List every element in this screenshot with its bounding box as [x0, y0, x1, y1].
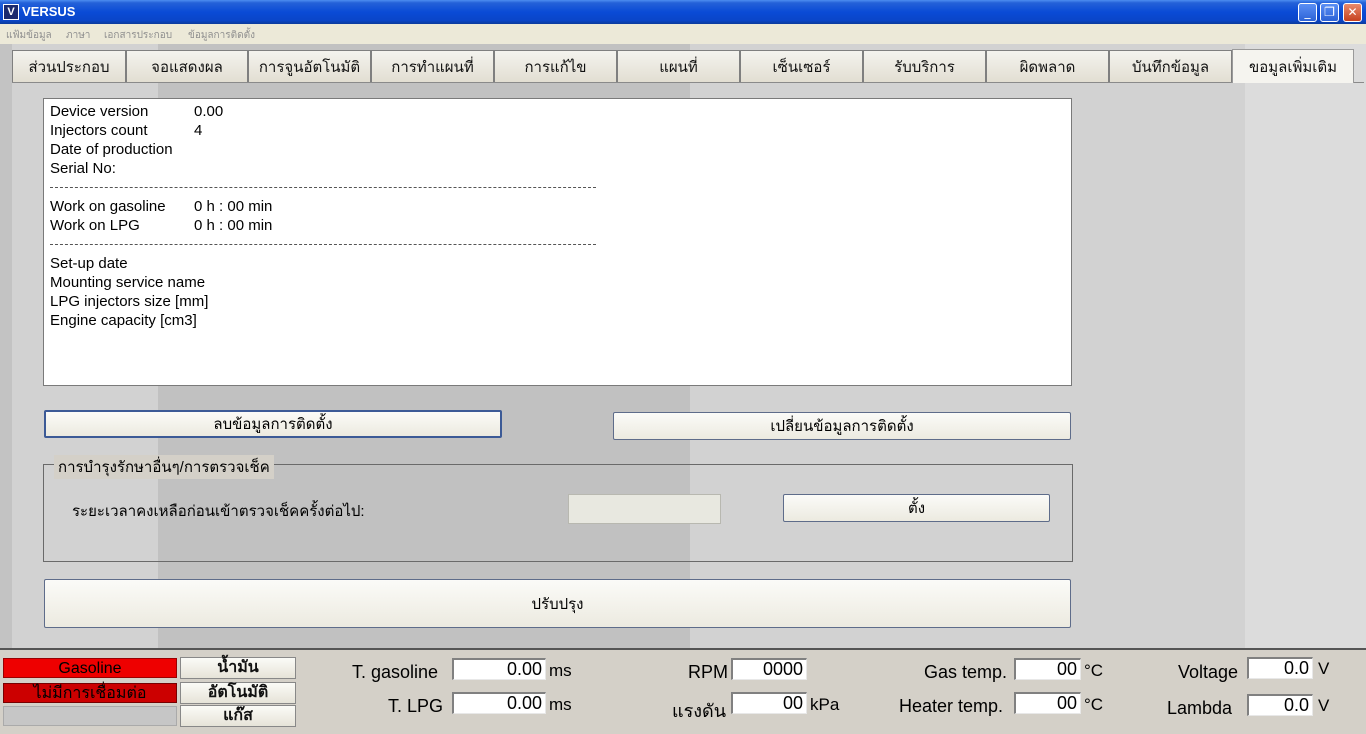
- tab-components[interactable]: ส่วนประกอบ: [12, 50, 126, 82]
- pressure-value: 00: [731, 692, 807, 714]
- t-gasoline-label: T. gasoline: [352, 662, 439, 682]
- tab-autocalibration[interactable]: การจูนอัตโนมัติ: [248, 50, 371, 82]
- heater-temp-value: 00: [1014, 692, 1081, 714]
- serial-no-label: Serial No:: [50, 160, 116, 177]
- injectors-count-value: 4: [194, 122, 203, 139]
- t-lpg-value: 0.00: [452, 692, 546, 714]
- lambda-value: 0.0: [1247, 694, 1313, 716]
- remaining-time-label: ระยะเวลาคงเหลือก่อนเข้าตรวจเช็คครั้งต่อไ…: [72, 503, 365, 520]
- gas-temp-unit: °C: [1084, 661, 1104, 680]
- menu-language[interactable]: ภาษา: [66, 28, 90, 43]
- restore-button[interactable]: ❐: [1320, 3, 1339, 22]
- title-bar[interactable]: V VERSUS _ ❐ ✕: [0, 0, 1366, 24]
- menu-installation-info[interactable]: ข้อมูลการติดตั้ง: [188, 28, 255, 43]
- remaining-time-field[interactable]: [568, 494, 721, 524]
- main-panel: ส่วนประกอบ จอแสดงผล การจูนอัตโนมัติ การท…: [0, 44, 1366, 648]
- injectors-count-label: Injectors count: [50, 122, 148, 139]
- delete-installation-button[interactable]: ลบข้อมูลการติดตั้ง: [44, 410, 502, 438]
- status-bar: Gasoline ไม่มีการเชื่อมต่อ น้ำมัน อัตโนม…: [0, 648, 1366, 734]
- empty-indicator: [3, 706, 177, 726]
- lambda-unit: V: [1318, 696, 1330, 715]
- minimize-button[interactable]: _: [1298, 3, 1317, 22]
- work-gasoline-label: Work on gasoline: [50, 198, 166, 215]
- fuel-indicator: Gasoline: [3, 658, 177, 678]
- separator-line: [50, 187, 596, 188]
- tab-correction[interactable]: การแก้ไข: [494, 50, 617, 82]
- mounting-service-label: Mounting service name: [50, 274, 206, 291]
- work-lpg-value: 0 h : 00 min: [194, 217, 273, 234]
- maintenance-group: การบำรุงรักษาอื่นๆ/การตรวจเช็ค ระยะเวลาค…: [43, 455, 1073, 562]
- pressure-label: แรงดัน: [672, 701, 727, 721]
- lpg-injectors-size-label: LPG injectors size [mm]: [50, 293, 209, 310]
- separator-line: [50, 244, 596, 245]
- voltage-value: 0.0: [1247, 657, 1313, 679]
- gas-temp-label: Gas temp.: [924, 662, 1008, 682]
- tab-map[interactable]: แผนที่: [617, 50, 740, 82]
- date-of-production-label: Date of production: [50, 141, 173, 158]
- t-lpg-label: T. LPG: [388, 696, 444, 716]
- work-gasoline-value: 0 h : 00 min: [194, 198, 273, 215]
- petrol-mode-button[interactable]: น้ำมัน: [180, 657, 296, 679]
- voltage-label: Voltage: [1178, 662, 1239, 682]
- tab-service[interactable]: รับบริการ: [863, 50, 986, 82]
- heater-temp-label: Heater temp.: [899, 696, 1004, 716]
- versus-logo-icon: V: [3, 4, 19, 20]
- device-info-panel: Device version 0.00 Injectors count 4 Date…: [43, 98, 1072, 386]
- engine-capacity-label: Engine capacity [cm3]: [50, 312, 197, 329]
- gas-temp-value: 00: [1014, 658, 1081, 680]
- window-title: VERSUS: [22, 4, 76, 19]
- menu-file[interactable]: แฟ้มข้อมูล: [6, 28, 52, 43]
- tab-sensors[interactable]: เซ็นเซอร์: [740, 50, 863, 82]
- menu-documentation[interactable]: เอกสารประกอบ: [104, 28, 172, 43]
- pressure-unit: kPa: [810, 695, 840, 714]
- tab-data-logger[interactable]: บันทึกข้อมูล: [1109, 50, 1232, 82]
- connection-indicator: ไม่มีการเชื่อมต่อ: [3, 683, 177, 703]
- setup-date-label: Set-up date: [50, 255, 128, 272]
- gas-mode-button[interactable]: แก๊ส: [180, 705, 296, 727]
- heater-temp-unit: °C: [1084, 695, 1104, 714]
- maintenance-group-title: การบำรุงรักษาอื่นๆ/การตรวจเช็ค: [54, 455, 274, 479]
- auto-mode-button[interactable]: อัตโนมัติ: [180, 682, 296, 704]
- update-button[interactable]: ปรับปรุง: [44, 579, 1071, 628]
- tab-additional-info[interactable]: ขอมูลเพิ่มเติม: [1232, 49, 1354, 83]
- tab-mapping[interactable]: การทำแผนที่: [371, 50, 494, 82]
- lambda-label: Lambda: [1167, 698, 1233, 718]
- t-gasoline-unit: ms: [549, 661, 572, 680]
- tab-display[interactable]: จอแสดงผล: [126, 50, 248, 82]
- work-lpg-label: Work on LPG: [50, 217, 140, 234]
- close-button[interactable]: ✕: [1343, 3, 1362, 22]
- rpm-value: 0000: [731, 658, 807, 680]
- tab-errors[interactable]: ผิดพลาด: [986, 50, 1109, 82]
- device-version-label: Device version: [50, 103, 149, 120]
- menu-bar: แฟ้มข้อมูล ภาษา เอกสารประกอบ ข้อมูลการติ…: [0, 24, 1366, 44]
- rpm-label: RPM: [688, 662, 728, 682]
- set-button[interactable]: ตั้ง: [783, 494, 1050, 522]
- voltage-unit: V: [1318, 659, 1330, 678]
- change-installation-button[interactable]: เปลี่ยนข้อมูลการติดตั้ง: [613, 412, 1071, 440]
- t-gasoline-value: 0.00: [452, 658, 546, 680]
- device-version-value: 0.00: [194, 103, 224, 120]
- t-lpg-unit: ms: [549, 695, 572, 714]
